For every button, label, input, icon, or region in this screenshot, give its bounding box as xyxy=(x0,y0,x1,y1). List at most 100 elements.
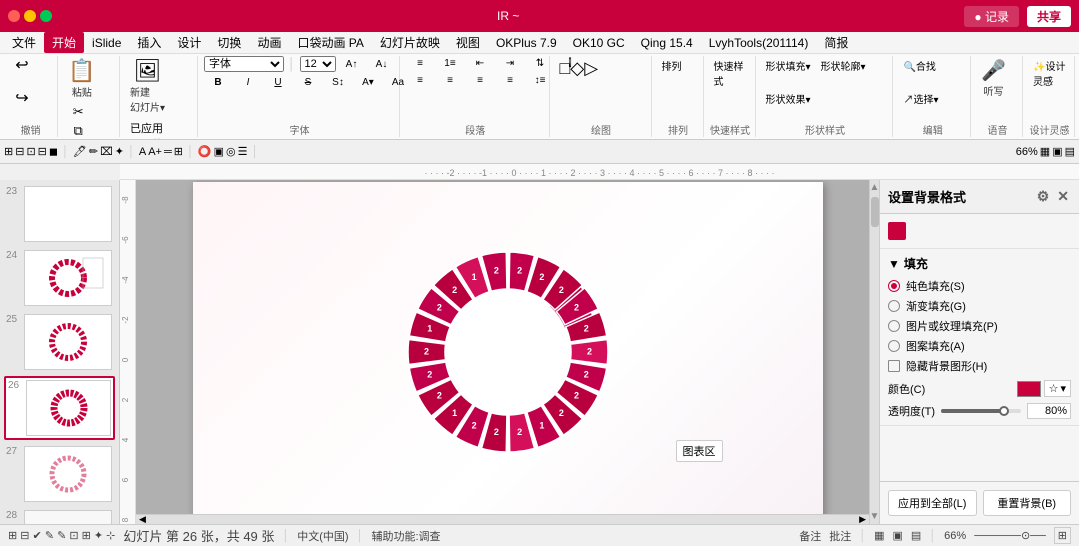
fill-gradient-option[interactable]: 渐变填充(G) xyxy=(888,298,1071,314)
select-button[interactable]: ↗选择▾ xyxy=(899,89,942,108)
align-right-button[interactable]: ≡ xyxy=(466,73,494,88)
font-size-select[interactable]: 12 xyxy=(300,56,336,72)
tb-icon-9[interactable]: ✦ xyxy=(115,145,124,158)
tb-icon-17[interactable]: ☰ xyxy=(238,145,248,158)
fill-pattern-radio[interactable] xyxy=(888,340,900,352)
opacity-slider-container[interactable] xyxy=(941,406,1021,416)
scroll-thumb[interactable] xyxy=(871,197,879,227)
italic-button[interactable]: I xyxy=(234,75,262,90)
tb-icon-12[interactable]: ═ xyxy=(164,146,172,158)
menu-pa[interactable]: 口袋动画 PA xyxy=(289,32,371,53)
tb-icon-14[interactable]: ⭕ xyxy=(198,145,212,158)
language-status[interactable]: 中文(中国) xyxy=(297,528,348,544)
apply-all-button[interactable]: 应用到全部(L) xyxy=(888,490,977,516)
underline-button[interactable]: U xyxy=(264,75,292,90)
shadow-button[interactable]: S↕ xyxy=(324,75,352,90)
redo-button[interactable]: ↪ xyxy=(8,89,36,109)
opacity-slider-thumb[interactable] xyxy=(999,406,1009,416)
menu-start[interactable]: 开始 xyxy=(44,32,84,53)
tb-icon-4[interactable]: ⊟ xyxy=(38,145,47,158)
hide-bg-checkbox[interactable] xyxy=(888,360,900,372)
design-ideas-button[interactable]: ✨设计灵感 xyxy=(1029,56,1069,90)
tb-icon-11[interactable]: A+ xyxy=(148,146,162,158)
fill-gradient-radio[interactable] xyxy=(888,300,900,312)
maximize-button[interactable] xyxy=(40,10,52,22)
menu-okplus[interactable]: OKPlus 7.9 xyxy=(488,34,565,52)
menu-design[interactable]: 设计 xyxy=(169,32,209,53)
increase-indent-button[interactable]: ⇥ xyxy=(496,56,524,71)
slide-thumb-28[interactable]: 28 xyxy=(4,508,115,524)
view-icon-2[interactable]: ▣ xyxy=(892,529,902,542)
view-icon-3[interactable]: ▤ xyxy=(911,529,921,542)
new-slide-button[interactable]: 🖼新建幻灯片▾ xyxy=(126,56,169,116)
menu-file[interactable]: 文件 xyxy=(4,32,44,53)
shapes-button[interactable]: □◇▷ xyxy=(556,56,603,81)
font-family-select[interactable]: 字体 xyxy=(204,56,284,72)
paste-button[interactable]: 📋粘贴 xyxy=(64,56,99,101)
align-center-button[interactable]: ≡ xyxy=(436,73,464,88)
tb-icon-7[interactable]: ✏ xyxy=(89,145,98,158)
fill-solid-radio[interactable] xyxy=(888,280,900,292)
tb-icon-5[interactable]: ◼ xyxy=(49,145,58,158)
text-direction-button[interactable]: ⇅ xyxy=(526,56,554,71)
fit-button[interactable]: ⊞ xyxy=(1054,527,1071,544)
fill-solid-option[interactable]: 纯色填充(S) xyxy=(888,278,1071,294)
tb-icon-8[interactable]: ⌧ xyxy=(100,145,113,158)
scroll-up-arrow[interactable]: ▲ xyxy=(868,180,879,195)
comments-button[interactable]: 批注 xyxy=(829,528,851,544)
arrange-button[interactable]: 排列 xyxy=(658,56,686,75)
decrease-indent-button[interactable]: ⇤ xyxy=(466,56,494,71)
numbering-button[interactable]: 1≡ xyxy=(436,56,464,71)
accessibility-status[interactable]: 辅助功能:调查 xyxy=(371,528,440,544)
tb-view-icon3[interactable]: ▤ xyxy=(1065,145,1075,158)
menu-islide[interactable]: iSlide xyxy=(84,34,129,52)
opacity-slider-track[interactable] xyxy=(941,409,1021,413)
share-button[interactable]: 共享 xyxy=(1027,6,1071,27)
tb-icon-6[interactable]: 🖊 xyxy=(73,145,87,158)
fill-image-option[interactable]: 图片或纹理填充(P) xyxy=(888,318,1071,334)
menu-lvyh[interactable]: LvyhTools(201114) xyxy=(701,34,817,52)
fill-image-radio[interactable] xyxy=(888,320,900,332)
color-dropdown[interactable]: ☆ ▾ xyxy=(1044,380,1071,397)
menu-slideshow[interactable]: 幻灯片故映 xyxy=(372,32,448,53)
view-icon-1[interactable]: ▦ xyxy=(874,529,884,542)
tb-icon-10[interactable]: A xyxy=(139,146,146,158)
shape-outline-button[interactable]: 形状轮廓▾ xyxy=(817,56,870,75)
tb-icon-16[interactable]: ◎ xyxy=(226,145,236,158)
menu-jianbao[interactable]: 简报 xyxy=(816,32,856,53)
slide-thumb-24[interactable]: 24 xyxy=(4,248,115,308)
tb-icon-1[interactable]: ⊞ xyxy=(4,145,13,158)
menu-view[interactable]: 视图 xyxy=(448,32,488,53)
shape-effect-button[interactable]: 形状效果▾ xyxy=(762,89,815,108)
scroll-down-arrow[interactable]: ▼ xyxy=(868,509,879,524)
menu-animation[interactable]: 动画 xyxy=(249,32,289,53)
scroll-left-arrow[interactable]: ◀ xyxy=(136,514,149,524)
tb-icon-15[interactable]: ▣ xyxy=(214,145,224,158)
slide-thumb-26[interactable]: 26 xyxy=(4,376,115,440)
close-button[interactable] xyxy=(8,10,20,22)
menu-qing[interactable]: Qing 15.4 xyxy=(633,34,701,52)
props-settings-icon[interactable]: ⚙ xyxy=(1035,186,1052,207)
tb-icon-13[interactable]: ⊞ xyxy=(174,145,183,158)
strikethrough-button[interactable]: S xyxy=(294,75,322,90)
slide-thumb-23[interactable]: 23 xyxy=(4,184,115,244)
line-spacing-button[interactable]: ↕≡ xyxy=(526,73,554,88)
cut-button[interactable]: ✂ xyxy=(64,103,92,120)
quick-style-button[interactable]: 快速样式 xyxy=(710,56,751,90)
dictate-button[interactable]: 🎤听写 xyxy=(977,56,1010,100)
find-button[interactable]: 🔍合找 xyxy=(899,56,939,75)
font-color-button[interactable]: A▾ xyxy=(354,75,382,90)
undo-button[interactable]: ↩ xyxy=(8,56,36,76)
minimize-button[interactable] xyxy=(24,10,36,22)
scroll-horizontal[interactable]: ◀ ▶ xyxy=(136,514,869,524)
justify-button[interactable]: ≡ xyxy=(496,73,524,88)
ring-chart[interactable]: .seg { fill: #be0046; stroke: white; str… xyxy=(368,212,648,492)
color-swatch[interactable] xyxy=(1017,381,1041,397)
props-close-icon[interactable]: ✕ xyxy=(1055,186,1071,207)
notes-button[interactable]: 备注 xyxy=(799,528,821,544)
tb-icon-3[interactable]: ⊡ xyxy=(26,145,35,158)
bullets-button[interactable]: ≡ xyxy=(406,56,434,71)
zoom-slider[interactable]: ──────⊙── xyxy=(974,529,1046,542)
align-left-button[interactable]: ≡ xyxy=(406,73,434,88)
transparency-input[interactable]: 80% xyxy=(1027,403,1071,419)
